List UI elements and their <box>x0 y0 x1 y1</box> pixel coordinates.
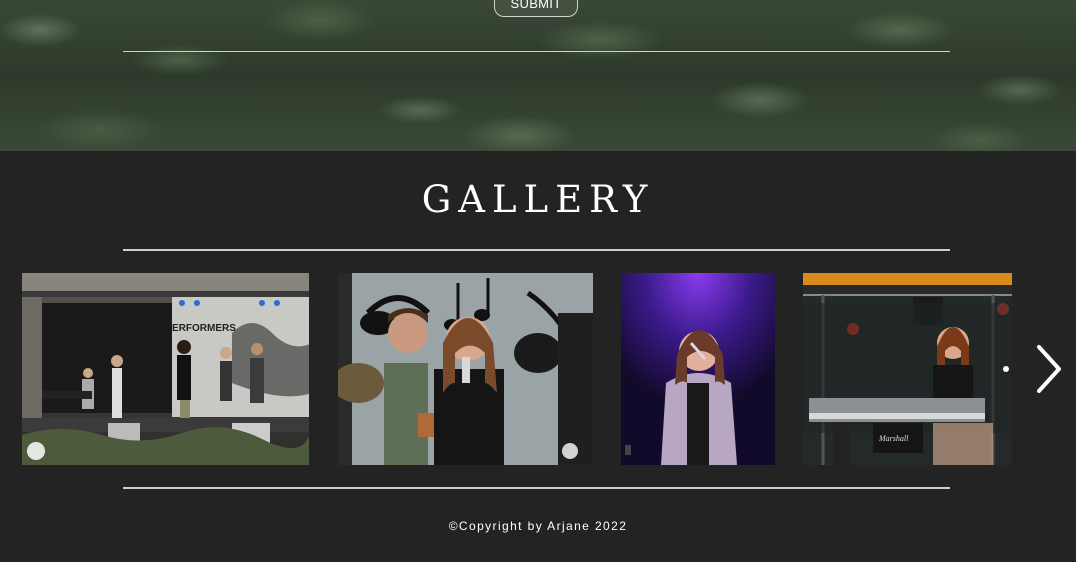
foliage-background: SUBMIT <box>0 0 1076 151</box>
amp-brand-text: Marshall <box>878 434 909 443</box>
gallery-next-button[interactable] <box>1031 343 1067 395</box>
contact-divider <box>123 51 950 52</box>
submit-button-label: SUBMIT <box>510 0 562 11</box>
footer-copyright: ©Copyright by Arjane 2022 <box>448 519 628 533</box>
gallery-title: GALLERY <box>421 178 655 221</box>
gallery-divider-bottom <box>123 487 950 489</box>
gallery-photo-keyboard-singer[interactable]: Marshall <box>803 273 1012 465</box>
page: SUBMIT GALLERY ERFORMERS Marshall ©Copyr… <box>0 0 1076 562</box>
gallery-photo-singer-purple-light[interactable] <box>621 273 775 465</box>
gallery-photo-band-stage[interactable]: ERFORMERS <box>22 273 309 465</box>
submit-button[interactable]: SUBMIT <box>494 0 578 17</box>
gallery-photo-singer-drummer[interactable] <box>338 273 593 465</box>
stage-banner-text: ERFORMERS <box>172 323 236 334</box>
chevron-right-icon <box>1037 345 1061 393</box>
gallery-divider-top <box>123 249 950 251</box>
